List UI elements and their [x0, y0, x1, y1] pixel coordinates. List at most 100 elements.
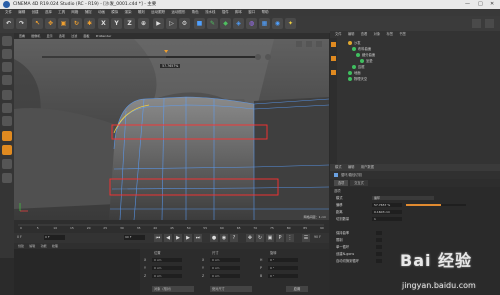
- objects-tab-tags[interactable]: 标签: [387, 31, 394, 38]
- texture-mode-icon[interactable]: [2, 62, 12, 72]
- materials-panel[interactable]: [14, 249, 140, 295]
- x-axis-lock-button[interactable]: X: [98, 18, 109, 29]
- next-key-icon[interactable]: ▶: [184, 234, 192, 242]
- recent-tools-icon[interactable]: ✱: [84, 18, 95, 29]
- rotate-key-icon[interactable]: ↻: [256, 234, 264, 242]
- offset-field[interactable]: 57.7657 %: [372, 203, 402, 207]
- autokey-icon[interactable]: ◉: [220, 234, 228, 242]
- menu-tools[interactable]: 工具: [58, 9, 65, 16]
- coords-size-mode-dropdown[interactable]: 绝对尺寸: [210, 286, 252, 292]
- objects-tab-objects[interactable]: 对象: [374, 31, 381, 38]
- menu-edit[interactable]: 编辑: [18, 9, 25, 16]
- coordinate-system-icon[interactable]: ⊕: [138, 18, 149, 29]
- menu-plugins[interactable]: 插件: [222, 9, 229, 16]
- layout-icon[interactable]: [472, 19, 481, 28]
- objects-tab-edit[interactable]: 编辑: [348, 31, 355, 38]
- move-key-icon[interactable]: ✥: [246, 234, 254, 242]
- close-button[interactable]: ✕: [490, 1, 494, 7]
- render-picture-viewer-icon[interactable]: ▷: [166, 18, 177, 29]
- go-to-end-icon[interactable]: ⏭: [194, 234, 202, 242]
- menu-window[interactable]: 窗口: [248, 9, 255, 16]
- menu-character[interactable]: 角色: [192, 9, 199, 16]
- position-z-field[interactable]: 0 cm: [152, 274, 182, 278]
- min-frame-field[interactable]: 0 F: [44, 235, 65, 240]
- render-view-icon[interactable]: ▶: [153, 18, 164, 29]
- minimize-button[interactable]: —: [465, 1, 470, 7]
- objects-tab-file[interactable]: 文件: [335, 31, 342, 38]
- previous-key-icon[interactable]: ◀: [164, 234, 172, 242]
- snap-icon[interactable]: [2, 145, 12, 155]
- edges-mode-icon[interactable]: [2, 103, 12, 113]
- planar-workplane-icon[interactable]: [2, 173, 12, 183]
- enable-axis-icon[interactable]: [2, 131, 12, 141]
- 3d-viewport[interactable]: 57.7657% 网格间距：1 cm: [14, 39, 329, 220]
- coords-mode-dropdown[interactable]: 对象（相对）: [152, 286, 194, 292]
- undo-icon[interactable]: ↶: [3, 18, 14, 29]
- floor-grid-icon[interactable]: ▦: [259, 18, 270, 29]
- menu-help[interactable]: 帮助: [262, 9, 269, 16]
- model-mode-icon[interactable]: [2, 49, 12, 59]
- objects-side-icon[interactable]: [331, 42, 336, 47]
- menu-select[interactable]: 选择: [45, 9, 52, 16]
- parameter-key-icon[interactable]: P: [276, 234, 284, 242]
- menu-simulate[interactable]: 模拟: [111, 9, 118, 16]
- subdivision-icon[interactable]: ◆: [220, 18, 231, 29]
- menu-render[interactable]: 渲染: [125, 9, 132, 16]
- attributes-tab-interactive[interactable]: 交互式: [350, 180, 368, 186]
- rotate-icon[interactable]: ↻: [71, 18, 82, 29]
- select-arrow-icon[interactable]: ↖: [32, 18, 43, 29]
- array-icon[interactable]: ◈: [233, 18, 244, 29]
- cube-icon[interactable]: ■: [194, 18, 205, 29]
- attributes-tab-options[interactable]: 选项: [334, 180, 348, 186]
- preserve-curvature-checkbox[interactable]: [376, 231, 382, 235]
- keyframe-selection-icon[interactable]: ?: [230, 234, 238, 242]
- maximize-button[interactable]: □: [478, 1, 483, 7]
- menu-mograph[interactable]: 运动图形: [171, 9, 185, 16]
- objects-tab-view[interactable]: 查看: [361, 31, 368, 38]
- rotation-h-field[interactable]: 0 °: [268, 258, 298, 262]
- menu-file[interactable]: 文件: [5, 9, 12, 16]
- scale-icon[interactable]: ▣: [58, 18, 69, 29]
- takes-side-icon[interactable]: [331, 56, 336, 61]
- menu-sculpt[interactable]: 雕刻: [138, 9, 145, 16]
- menu-mesh[interactable]: 网格: [71, 9, 78, 16]
- y-axis-lock-button[interactable]: Y: [111, 18, 122, 29]
- position-y-field[interactable]: 0 cm: [152, 266, 182, 270]
- play-icon[interactable]: ▶: [174, 234, 182, 242]
- rotation-p-field[interactable]: 0 °: [268, 266, 298, 270]
- single-loop-checkbox[interactable]: [376, 245, 382, 249]
- panel-icon[interactable]: [485, 19, 494, 28]
- make-editable-icon[interactable]: [2, 36, 12, 46]
- distance-field[interactable]: 0.1603 cm: [372, 210, 402, 214]
- attributes-tab-edit[interactable]: 编辑: [348, 164, 355, 171]
- ngons-checkbox[interactable]: [376, 252, 382, 256]
- go-to-start-icon[interactable]: ⏮: [154, 234, 162, 242]
- spline-pen-icon[interactable]: ✎: [207, 18, 218, 29]
- polygons-mode-icon[interactable]: [2, 116, 12, 126]
- lock-workplane-icon[interactable]: [2, 159, 12, 169]
- record-icon[interactable]: ●: [210, 234, 218, 242]
- position-x-field[interactable]: 0 cm: [152, 258, 182, 262]
- apply-button[interactable]: 应用: [286, 286, 308, 292]
- attributes-tab-userdata[interactable]: 用户数据: [361, 164, 374, 171]
- menu-pipeline[interactable]: 流水线: [205, 9, 216, 16]
- size-x-field[interactable]: 0 cm: [210, 258, 240, 262]
- object-row[interactable]: 物理天空: [348, 76, 367, 82]
- menu-create[interactable]: 创建: [32, 9, 39, 16]
- deformer-icon[interactable]: ◍: [246, 18, 257, 29]
- menu-script[interactable]: 脚本: [235, 9, 242, 16]
- point-level-icon[interactable]: ⋮: [286, 234, 294, 242]
- attributes-tab-mode[interactable]: 模式: [335, 164, 342, 171]
- move-icon[interactable]: ✥: [45, 18, 56, 29]
- workplane-icon[interactable]: [2, 75, 12, 85]
- auto-switch-checkbox[interactable]: [376, 259, 382, 263]
- offset-slider[interactable]: [406, 204, 466, 206]
- limit-checkbox[interactable]: [376, 238, 382, 242]
- objects-tab-bookmarks[interactable]: 书签: [399, 31, 406, 38]
- timeline[interactable]: 0 5 10 15 20 25 30 35 40 45 50 55 60 65 70 75 80 85 90: [14, 220, 329, 233]
- render-settings-icon[interactable]: ⚙: [179, 18, 190, 29]
- menu-motion-tracker[interactable]: 运动跟踪: [151, 9, 165, 16]
- redo-icon[interactable]: ↷: [16, 18, 27, 29]
- content-browser-side-icon[interactable]: [331, 70, 336, 75]
- max-frame-field[interactable]: 90 F: [124, 235, 145, 240]
